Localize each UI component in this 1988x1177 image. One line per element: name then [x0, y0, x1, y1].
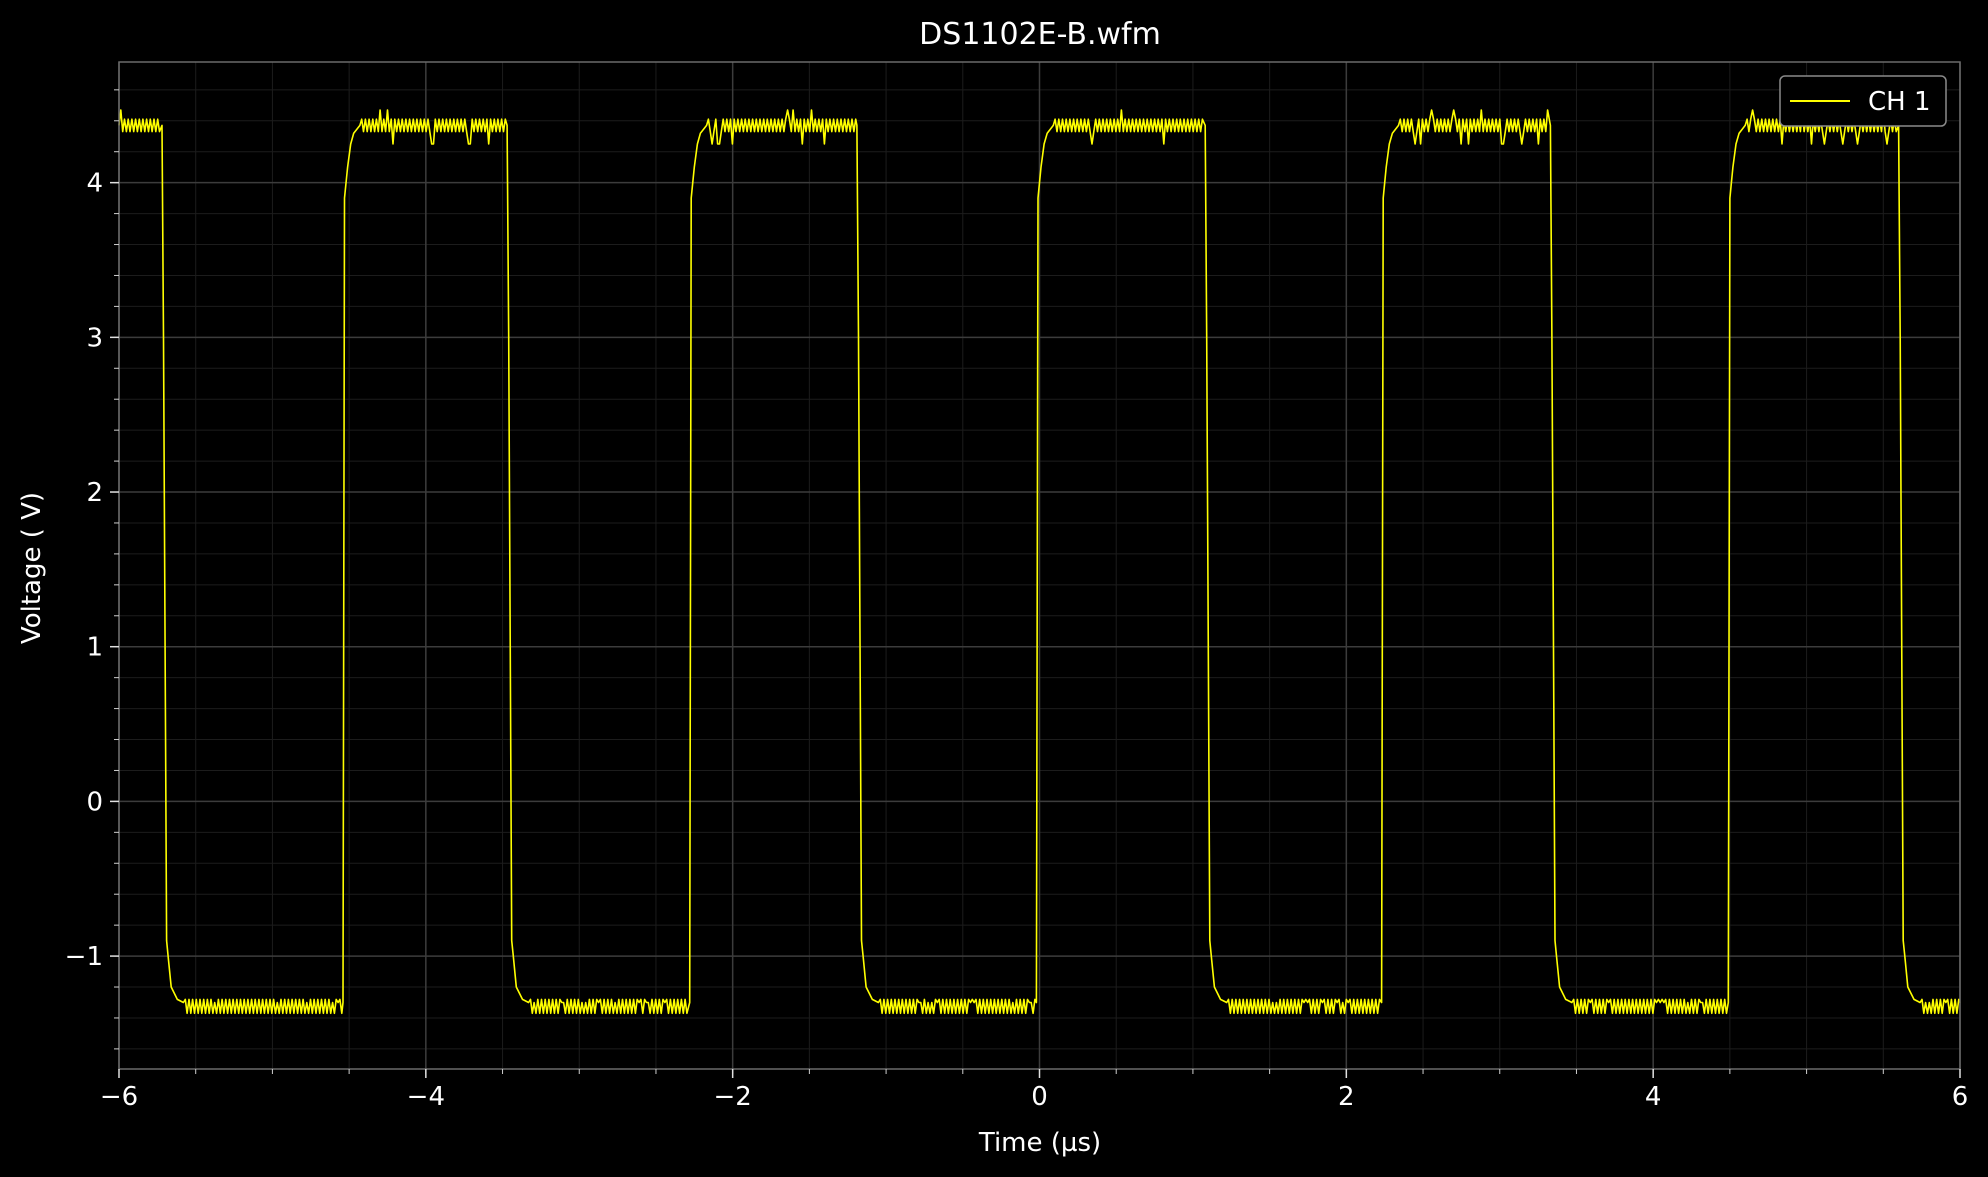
- y-tick-label: 0: [86, 787, 103, 817]
- y-tick-label: 1: [86, 633, 103, 663]
- x-tick-label: 0: [1031, 1082, 1048, 1112]
- x-tick-label: −2: [714, 1082, 752, 1112]
- x-axis-label: Time (µs): [978, 1128, 1101, 1158]
- x-tick-label: 6: [1952, 1082, 1969, 1112]
- y-tick-label: 4: [86, 169, 103, 199]
- legend: CH 1: [1779, 75, 1947, 127]
- chart: −6 −4 −2 0 2 4 6 −1 0 1 2 3 4 DS1102E-B.wfm Time (µs…: [0, 0, 1988, 1177]
- legend-label-ch1: CH 1: [1868, 87, 1931, 117]
- x-tick-label: −6: [100, 1082, 138, 1112]
- chart-title: DS1102E-B.wfm: [919, 17, 1161, 52]
- x-tick-label: 4: [1645, 1082, 1662, 1112]
- x-tick-label: −4: [407, 1082, 445, 1112]
- x-tick-label: 2: [1338, 1082, 1355, 1112]
- y-tick-label: 3: [86, 323, 103, 353]
- y-tick-label: 2: [86, 478, 103, 508]
- y-tick-label: −1: [65, 942, 103, 972]
- y-axis-label: Voltage ( V): [17, 492, 47, 644]
